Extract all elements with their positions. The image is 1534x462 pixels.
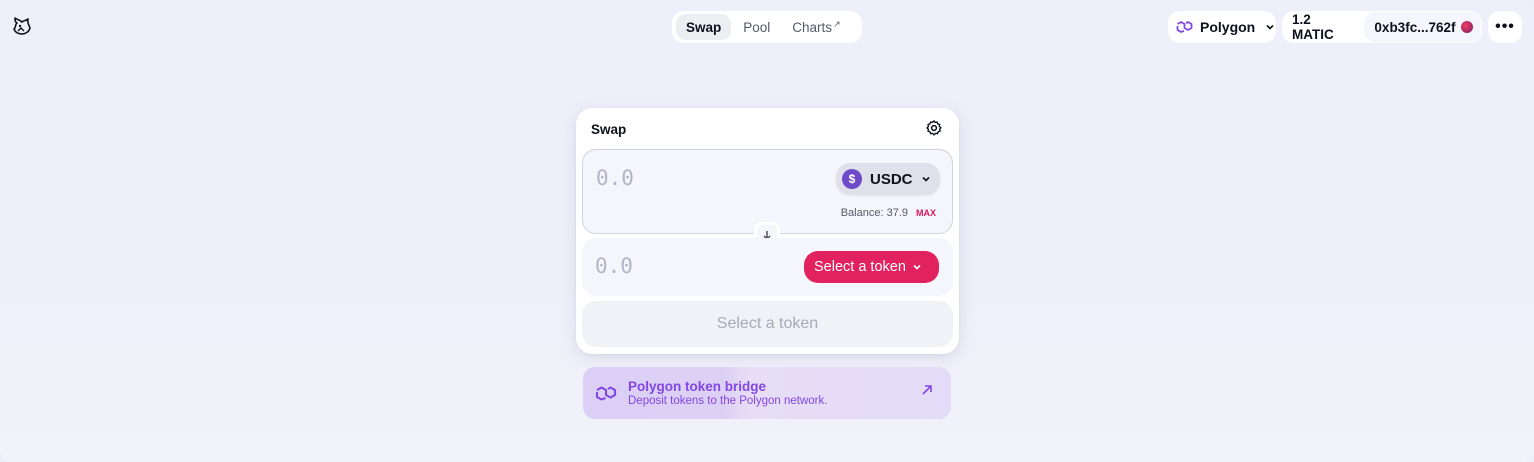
bridge-title: Polygon token bridge [628,379,767,394]
polygon-icon [595,386,617,401]
uniswap-logo-icon[interactable] [11,15,33,37]
more-menu-button[interactable]: ••• [1488,11,1522,43]
input-balance-row: Balance: 37.9 MAX [841,207,936,219]
bridge-subtitle: Deposit tokens to the Polygon network. [628,395,828,407]
arrow-up-right-icon [922,385,932,395]
input-token-selector[interactable]: $ USDC [836,163,940,195]
tab-charts[interactable]: Charts ↗ [782,14,850,40]
swap-action-label: Select a token [716,315,819,332]
tab-swap[interactable]: Swap [676,14,732,40]
swap-title: Swap [591,122,627,137]
input-balance: Balance: 37.9 [840,207,908,219]
network-label: Polygon [1200,19,1256,35]
bridge-text: Polygon token bridge Deposit tokens to t… [628,379,827,407]
input-amount-field[interactable]: 0.0 [596,166,634,190]
input-token-symbol: USDC [870,170,913,188]
wallet-address: 0xb3fc...762f [1374,19,1456,35]
tab-swap-label: Swap [686,19,722,35]
chevron-down-icon [1266,24,1274,30]
swap-action-button[interactable]: Select a token [582,301,953,347]
output-amount-field[interactable]: 0.0 [595,254,633,278]
select-token-label: Select a token [814,259,906,275]
tab-pool-label: Pool [743,19,771,35]
chevron-down-icon [921,176,930,182]
polygon-icon [1176,21,1193,33]
max-button[interactable]: MAX [916,208,936,218]
account-widget: 1.2 MATIC 0xb3fc...762f [1282,11,1482,43]
usdc-icon: $ [842,169,862,189]
app-frame: Swap Pool Charts ↗ Polygon 1.2 MATIC 0xb3… [0,0,1534,462]
gear-icon[interactable] [925,119,943,137]
main-nav: Swap Pool Charts ↗ [672,11,862,43]
polygon-bridge-banner[interactable]: Polygon token bridge Deposit tokens to t… [583,367,951,419]
external-link-icon: ↗ [833,18,841,29]
account-button[interactable]: 0xb3fc...762f [1364,12,1481,42]
avatar [1461,21,1474,33]
output-currency-panel: 0.0 Select a token [582,238,953,296]
chevron-down-icon [913,264,921,270]
tab-pool[interactable]: Pool [733,14,780,40]
output-token-selector[interactable]: Select a token [804,251,939,283]
more-dots-icon: ••• [1495,18,1515,35]
swap-card: Swap 0.0 $ USDC Balance: 37.9 MAX 0.0 Se… [576,108,959,354]
wallet-balance: 1.2 MATIC [1292,12,1334,42]
network-selector[interactable]: Polygon [1168,11,1276,43]
tab-charts-label: Charts [792,19,833,35]
